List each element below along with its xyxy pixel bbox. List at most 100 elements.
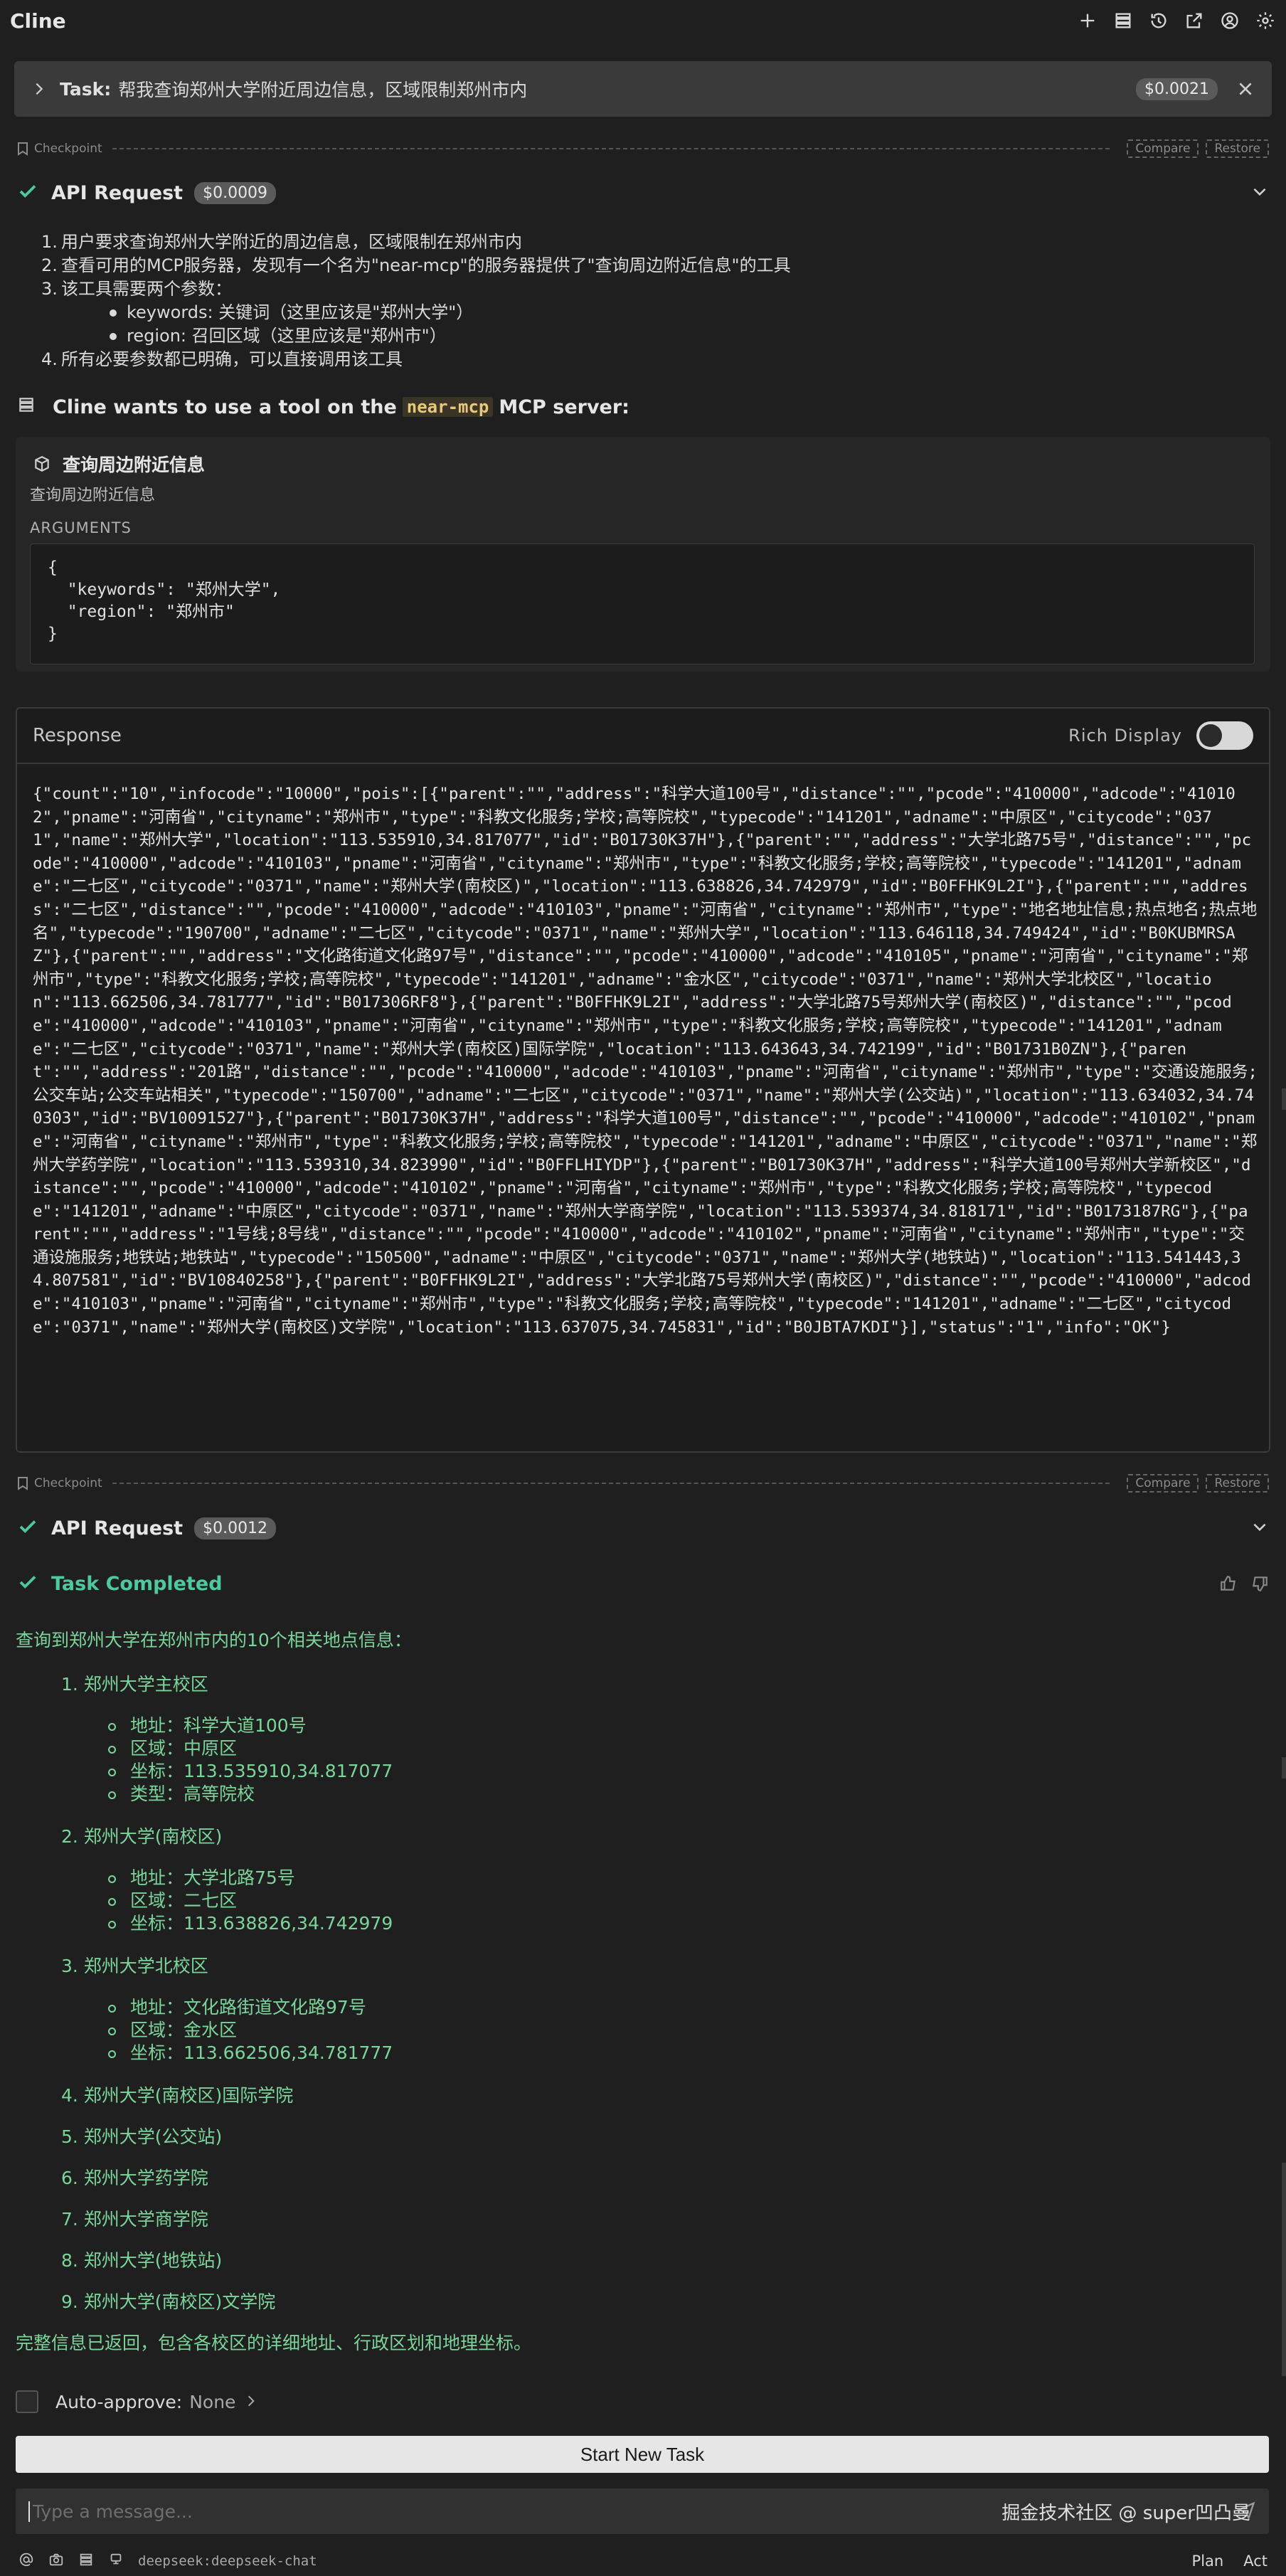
chevron-down-icon[interactable] <box>1250 182 1269 203</box>
api-cost-badge: $0.0009 <box>194 181 277 204</box>
bottom-bar: deepseek:deepseek-chat Plan Act <box>0 2548 1286 2574</box>
start-new-task-button[interactable]: Start New Task <box>16 2436 1269 2473</box>
task-text: 帮我查询郑州大学附近周边信息，区域限制郑州市内 <box>118 80 528 100</box>
result-intro: 查询到郑州大学在郑州市内的10个相关地点信息： <box>16 1630 412 1650</box>
task-completed-label: Task Completed <box>51 1572 223 1595</box>
list-subitem: 区域：中原区 <box>108 1734 237 1760</box>
compare-button[interactable]: Compare <box>1127 1474 1199 1493</box>
scrollbar-mark <box>1282 1088 1286 1110</box>
package-icon <box>35 456 49 472</box>
arguments-label: ARGUMENTS <box>30 519 132 536</box>
camera-icon[interactable] <box>48 2552 64 2570</box>
rich-display-label: Rich Display <box>1068 726 1182 746</box>
api-cost-badge: $0.0012 <box>194 1517 277 1539</box>
check-icon <box>17 1516 38 1540</box>
api-request-row[interactable]: API Request $0.0012 <box>17 1512 1269 1544</box>
tool-card: 查询周边附近信息 查询周边附近信息 ARGUMENTS { "keywords"… <box>16 437 1270 672</box>
close-icon[interactable] <box>1236 80 1255 98</box>
server-icon[interactable] <box>78 2552 94 2570</box>
list-item: 3. 郑州大学北校区 <box>61 1956 208 1976</box>
mode-switch: Plan Act <box>1192 2553 1268 2570</box>
list-subitem: 地址：文化路街道文化路97号 <box>108 1993 366 2019</box>
auto-approve-value: None <box>189 2391 236 2412</box>
settings-gear-icon[interactable] <box>1255 10 1276 31</box>
thumbs-down-icon[interactable] <box>1250 1574 1269 1593</box>
list-subitem: keywords: 关键词（这里应该是"郑州大学"） <box>41 301 1250 324</box>
scrollbar-mark <box>1282 1757 1286 1779</box>
checkpoint-label: Checkpoint <box>34 1476 102 1490</box>
scrollbar-thumb[interactable] <box>1282 2163 1286 2376</box>
response-card: Response Rich Display {"count":"10","inf… <box>16 707 1270 1453</box>
list-item: 2. 查看可用的MCP服务器，发现有一个名为"near-mcp"的服务器提供了"查… <box>41 255 791 275</box>
popout-icon[interactable] <box>1184 10 1205 31</box>
list-item: 7. 郑州大学商学院 <box>61 2209 208 2230</box>
api-request-label: API Request <box>51 1517 184 1539</box>
list-subitem: 坐标：113.638826,34.742979 <box>108 1909 393 1935</box>
bookmark-icon <box>17 142 28 156</box>
compare-button[interactable]: Compare <box>1127 139 1199 158</box>
list-subitem: region: 召回区域（这里应该是"郑州市"） <box>41 324 1250 348</box>
list-item: 1. 郑州大学主校区 <box>61 1674 208 1695</box>
arguments-code: { "keywords": "郑州大学", "region": "郑州市" } <box>30 544 1255 664</box>
rich-display-toggle[interactable] <box>1196 721 1253 750</box>
list-item: 4. 所有必要参数都已明确，可以直接调用该工具 <box>41 349 403 369</box>
task-completed-row: Task Completed <box>17 1569 1269 1598</box>
plus-icon[interactable] <box>1077 10 1098 31</box>
app-title: Cline <box>10 9 66 33</box>
auto-approve-checkbox[interactable] <box>16 2390 38 2413</box>
mcp-servers-icon[interactable] <box>1112 10 1134 31</box>
list-subitem: 区域：金水区 <box>108 2016 237 2042</box>
act-mode-button[interactable]: Act <box>1243 2553 1268 2570</box>
response-body: {"count":"10","infocode":"10000","pois":… <box>33 785 1258 1337</box>
plan-mode-button[interactable]: Plan <box>1192 2553 1224 2570</box>
list-item: 2. 郑州大学(南校区) <box>61 1826 223 1847</box>
account-icon[interactable] <box>1219 10 1240 31</box>
list-subitem: 地址：科学大道100号 <box>108 1712 307 1737</box>
restore-button[interactable]: Restore <box>1206 139 1269 158</box>
list-subitem: 区域：二七区 <box>108 1887 237 1912</box>
tool-use-header: Cline wants to use a tool on the near-mc… <box>17 393 629 421</box>
list-subitem: 地址：大学北路75号 <box>108 1864 295 1889</box>
checkpoint-row: Checkpoint Compare Restore <box>17 138 1269 159</box>
task-cost-badge: $0.0021 <box>1136 78 1218 100</box>
check-icon <box>17 1571 38 1596</box>
watermark: 掘金技术社区 @ super凹凸曼 <box>1001 2503 1250 2524</box>
api-request-label: API Request <box>51 181 184 204</box>
auto-approve-label: Auto-approve: <box>55 2391 183 2412</box>
list-item: 8. 郑州大学(地铁站) <box>61 2250 223 2271</box>
check-icon <box>17 181 38 205</box>
history-icon[interactable] <box>1148 10 1169 31</box>
chevron-right-icon[interactable] <box>31 81 47 97</box>
result-outro: 完整信息已返回，包含各校区的详细地址、行政区划和地理坐标。 <box>16 2333 532 2353</box>
auto-approve[interactable]: Auto-approve: None <box>16 2390 258 2413</box>
list-item: 3. 该工具需要两个参数： <box>41 279 232 299</box>
response-title: Response <box>33 725 122 746</box>
cline-panel: Cline Task: 帮我查询郑州大学附近周边信息，区域限制郑州市内 $0.0… <box>0 0 1286 2576</box>
list-subitem: 坐标：113.535910,34.817077 <box>108 1757 393 1783</box>
list-item: 9. 郑州大学(南校区)文学院 <box>61 2291 276 2312</box>
api-request-row[interactable]: API Request $0.0009 <box>17 177 1269 208</box>
task-header[interactable]: Task: 帮我查询郑州大学附近周边信息，区域限制郑州市内 $0.0021 <box>14 61 1272 117</box>
checkpoint-row: Checkpoint Compare Restore <box>17 1473 1269 1494</box>
title-actions <box>1077 10 1276 31</box>
list-item: 1. 用户要求查询郑州大学附近的周边信息，区域限制在郑州市内 <box>41 232 522 252</box>
response-header: Response Rich Display <box>17 709 1269 764</box>
list-subitem: 坐标：113.662506,34.781777 <box>108 2039 393 2064</box>
chevron-down-icon[interactable] <box>1250 1517 1269 1539</box>
tool-description: 查询周边附近信息 <box>30 487 156 504</box>
server-icon <box>17 396 36 419</box>
feedback-buttons <box>1219 1574 1269 1593</box>
model-icon[interactable] <box>108 2552 124 2570</box>
checkpoint-divider <box>112 1483 1110 1484</box>
model-selector[interactable]: deepseek:deepseek-chat <box>138 2553 317 2569</box>
mcp-server-name: near-mcp <box>402 397 494 417</box>
checkpoint-label: Checkpoint <box>34 142 102 156</box>
title-bar: Cline <box>0 0 1286 41</box>
list-item: 6. 郑州大学药学院 <box>61 2168 208 2188</box>
restore-button[interactable]: Restore <box>1206 1474 1269 1493</box>
thumbs-up-icon[interactable] <box>1219 1574 1238 1593</box>
checkpoint-divider <box>112 148 1110 149</box>
tool-name: 查询周边附近信息 <box>33 451 205 477</box>
at-mention-icon[interactable] <box>18 2552 34 2570</box>
chevron-right-icon[interactable] <box>235 2392 258 2412</box>
